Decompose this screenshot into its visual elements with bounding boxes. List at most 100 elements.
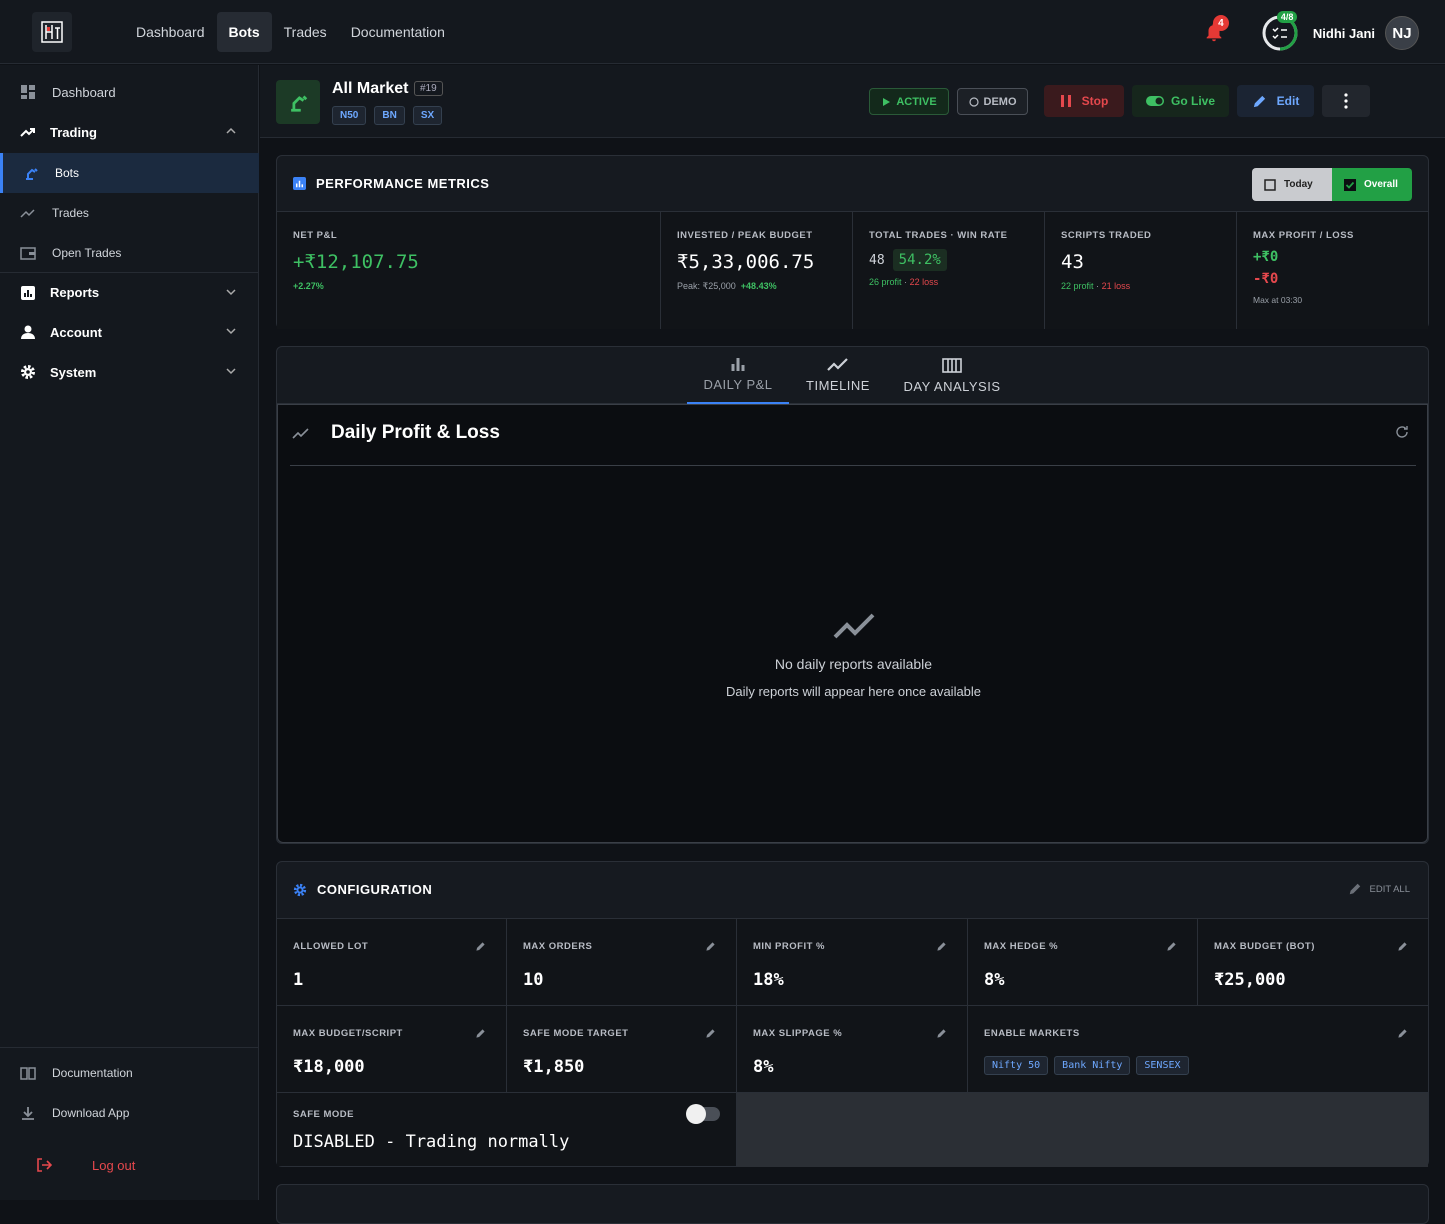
app-logo[interactable] <box>32 12 72 52</box>
divider <box>290 465 1416 466</box>
tab-bar: DAILY P&L TIMELINE DAY ANALYSIS <box>277 347 1428 404</box>
pencil-icon[interactable] <box>936 941 947 952</box>
sidebar-item-dashboard[interactable]: Dashboard <box>0 72 259 112</box>
toggle-today[interactable]: Today <box>1252 168 1332 201</box>
configuration-title: CONFIGURATION <box>317 882 433 897</box>
sidebar-item-documentation[interactable]: Documentation <box>0 1053 259 1093</box>
config-label: SAFE MODE <box>293 1109 354 1120</box>
toggle-overall-label: Overall <box>1364 179 1398 190</box>
go-live-button[interactable]: Go Live <box>1132 85 1229 117</box>
performance-title: PERFORMANCE METRICS <box>316 176 490 191</box>
refresh-icon[interactable] <box>1395 425 1409 439</box>
go-live-label: Go Live <box>1170 94 1215 108</box>
metric-net-pnl: NET P&L +₹12,107.75 +2.27% <box>277 212 661 329</box>
trades-loss: 22 loss <box>909 277 939 287</box>
nav-documentation[interactable]: Documentation <box>339 12 457 52</box>
config-max-budget-script: MAX BUDGET/SCRIPT ₹18,000 <box>277 1006 507 1093</box>
metric-invested: INVESTED / PEAK BUDGET ₹5,33,006.75 Peak… <box>661 212 853 329</box>
task-progress-button[interactable]: 4/8 <box>1261 11 1299 52</box>
pencil-icon[interactable] <box>1397 1028 1408 1039</box>
metric-total-trades: TOTAL TRADES · WIN RATE 48 54.2% 26 prof… <box>853 212 1045 329</box>
tab-day-analysis[interactable]: DAY ANALYSIS <box>897 347 1007 404</box>
pencil-icon[interactable] <box>475 1028 486 1039</box>
max-at: Max at 03:30 <box>1253 295 1303 305</box>
edit-button[interactable]: Edit <box>1237 85 1314 117</box>
tab-timeline[interactable]: TIMELINE <box>797 347 879 404</box>
config-label: MIN PROFIT % <box>753 941 825 952</box>
pencil-icon[interactable] <box>705 1028 716 1039</box>
notifications-button[interactable]: 4 <box>1203 15 1229 45</box>
sidebar-item-trading[interactable]: Trading <box>0 112 259 152</box>
metric-value: 43 <box>1061 251 1084 273</box>
next-section-card <box>276 1184 1429 1224</box>
user-icon <box>21 325 35 339</box>
metric-label: MAX PROFIT / LOSS <box>1253 230 1354 241</box>
pencil-icon[interactable] <box>705 941 716 952</box>
config-label: MAX BUDGET/SCRIPT <box>293 1028 403 1039</box>
book-icon <box>20 1067 36 1080</box>
nav-dashboard[interactable]: Dashboard <box>124 12 217 52</box>
tab-label: DAY ANALYSIS <box>903 378 1001 394</box>
sidebar: Dashboard Trading Bots Trades Open Trade… <box>0 65 259 1200</box>
dashboard-icon <box>21 85 35 99</box>
config-max-slippage: MAX SLIPPAGE % 8% <box>737 1006 968 1093</box>
sidebar-item-system[interactable]: System <box>0 352 259 392</box>
logout-button[interactable]: Log out <box>0 1145 259 1185</box>
sidebar-item-label: Trading <box>50 124 97 140</box>
config-max-budget-bot: MAX BUDGET (BOT) ₹25,000 <box>1198 919 1428 1006</box>
bot-avatar <box>276 80 320 124</box>
task-progress-badge: 4/8 <box>1276 11 1298 23</box>
nav-bots[interactable]: Bots <box>216 12 272 52</box>
stop-button[interactable]: Stop <box>1044 85 1124 117</box>
sidebar-item-label: Account <box>50 324 102 340</box>
daily-pnl-panel: Daily Profit & Loss No daily reports ava… <box>277 404 1428 843</box>
sidebar-item-label: Documentation <box>52 1066 133 1080</box>
sidebar-item-bots[interactable]: Bots <box>0 153 259 193</box>
more-vertical-icon <box>1344 93 1348 109</box>
sidebar-item-account[interactable]: Account <box>0 312 259 352</box>
edit-all-button[interactable]: EDIT ALL <box>1348 882 1411 896</box>
config-value: ₹18,000 <box>293 1057 365 1077</box>
play-icon <box>883 97 891 106</box>
trending-icon <box>20 209 35 218</box>
market-tag: SX <box>412 106 443 125</box>
tab-daily-pnl[interactable]: DAILY P&L <box>687 347 789 404</box>
pencil-icon[interactable] <box>1397 941 1408 952</box>
bot-header: All Market #19 N50 BN SX ACTIVE DEMO Sto… <box>260 65 1445 138</box>
sidebar-item-download-app[interactable]: Download App <box>0 1093 259 1133</box>
edit-all-label: EDIT ALL <box>1369 883 1411 895</box>
tab-label: DAILY P&L <box>703 377 773 392</box>
config-value: ₹25,000 <box>1214 970 1286 990</box>
robot-arm-icon <box>291 95 308 112</box>
performance-metrics-card: PERFORMANCE METRICS Today Overall NET P&… <box>276 155 1429 329</box>
pencil-icon <box>1253 95 1265 107</box>
trades-profit: 26 profit <box>869 277 902 287</box>
avatar[interactable]: NJ <box>1385 16 1419 50</box>
configuration-header: CONFIGURATION <box>293 882 432 897</box>
empty-grid-area <box>737 1093 1428 1167</box>
safe-mode-switch[interactable] <box>686 1104 720 1124</box>
sidebar-item-trades[interactable]: Trades <box>0 193 259 233</box>
scripts-loss: 21 loss <box>1101 281 1131 291</box>
pencil-icon[interactable] <box>1166 941 1177 952</box>
nav-trades[interactable]: Trades <box>272 12 339 52</box>
config-max-hedge: MAX HEDGE % 8% <box>968 919 1198 1006</box>
config-label: MAX BUDGET (BOT) <box>1214 941 1315 952</box>
pencil-icon[interactable] <box>475 941 486 952</box>
peak-pct: +48.43% <box>740 281 777 291</box>
period-toggle: Today Overall <box>1252 168 1412 201</box>
sidebar-item-label: Trades <box>52 206 89 220</box>
max-profit: +₹0 <box>1253 249 1279 265</box>
sidebar-item-open-trades[interactable]: Open Trades <box>0 233 259 273</box>
sidebar-item-reports[interactable]: Reports <box>0 272 259 312</box>
more-options-button[interactable] <box>1322 85 1370 117</box>
analytics-icon <box>293 177 306 190</box>
edit-label: Edit <box>1276 94 1300 108</box>
toggle-overall[interactable]: Overall <box>1332 168 1412 201</box>
daily-pnl-title: Daily Profit & Loss <box>331 422 500 443</box>
pencil-icon[interactable] <box>936 1028 947 1039</box>
metric-label: INVESTED / PEAK BUDGET <box>677 230 813 241</box>
chevron-up-icon <box>226 127 236 134</box>
metric-value: +₹12,107.75 <box>293 251 419 273</box>
status-badge-active: ACTIVE <box>869 88 949 115</box>
